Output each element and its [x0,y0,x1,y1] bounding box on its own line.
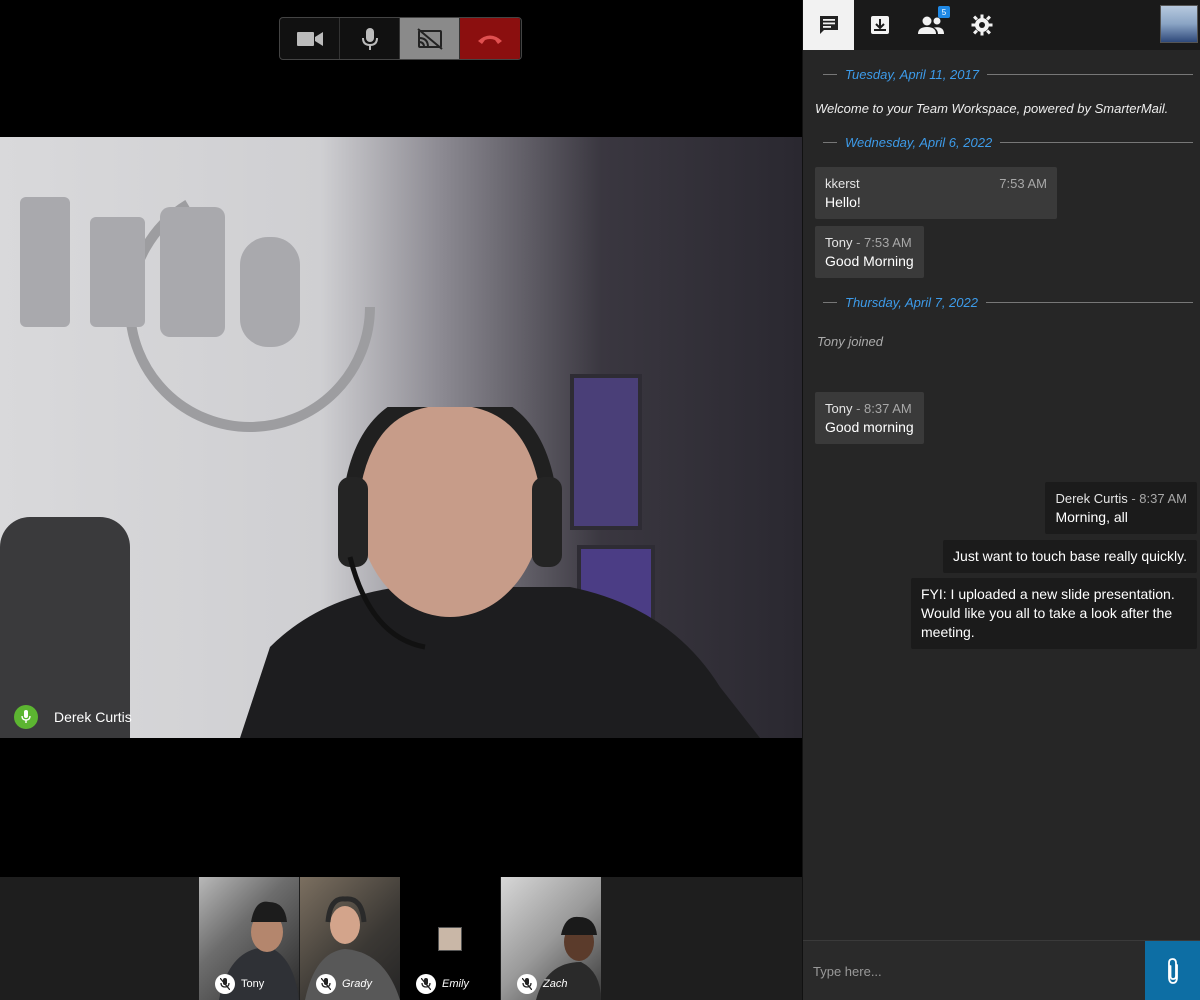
message-text: FYI: I uploaded a new slide presentation… [921,586,1175,640]
welcome-message: Welcome to your Team Workspace, powered … [815,101,1169,116]
message-sender: kkerst [825,176,860,191]
main-video-feed: Derek Curtis [0,137,802,738]
camera-toggle-button[interactable] [280,18,340,59]
message-text: Just want to touch base really quickly. [953,548,1187,564]
message-text: Good morning [825,419,914,435]
message-text: Good Morning [825,253,914,269]
video-area: Derek Curtis Tony Grady Emily Zach [0,0,802,1000]
tab-settings[interactable] [956,0,1007,50]
avatar [438,927,462,951]
message-time: 8:37 AM [864,401,912,416]
participant-label: Tony [215,974,264,994]
chat-panel: 5 Tuesday, April 11, 2017 Welcome to you… [802,0,1200,1000]
date-label: Thursday, April 7, 2022 [845,295,978,310]
call-controls [279,17,522,60]
microphone-toggle-button[interactable] [340,18,400,59]
muted-mic-icon [416,974,436,994]
date-label: Tuesday, April 11, 2017 [845,67,979,82]
tab-chat[interactable] [803,0,854,50]
chat-message-input[interactable] [803,941,1143,1000]
video-camera-icon [296,31,323,46]
gear-icon [971,14,992,36]
chat-message-own: Derek Curtis - 8:37 AM Morning, all [1045,482,1197,534]
chat-message-list: Tuesday, April 11, 2017 Welcome to your … [803,50,1200,940]
participant-name: Tony [241,978,265,990]
participant-name: Grady [342,978,372,990]
participant-tile-tony[interactable]: Tony [199,877,299,1000]
people-icon [917,16,944,34]
participant-label: Grady [316,974,372,994]
participant-tile-zach[interactable]: Zach [501,877,601,1000]
message-time: 7:53 AM [864,235,912,250]
chat-icon [819,16,838,34]
tab-downloads[interactable] [854,0,905,50]
message-text: Morning, all [1055,509,1128,525]
participant-name: Zach [543,978,568,990]
message-separator: - [852,235,865,250]
message-time: 7:53 AM [999,176,1047,191]
chat-toolbar: 5 [803,0,1200,50]
date-separator: Thursday, April 7, 2022 [823,295,1193,310]
video-conference-window: Derek Curtis Tony Grady Emily Zach 5 Tue… [0,0,1200,1000]
message-sender: Tony [825,235,853,250]
paperclip-icon [1168,958,1178,984]
message-sender: Derek Curtis [1055,491,1128,506]
microphone-icon [361,27,378,50]
date-separator: Wednesday, April 6, 2022 [823,135,1193,150]
date-label: Wednesday, April 6, 2022 [845,135,993,150]
message-text: Hello! [825,194,861,210]
user-avatar[interactable] [1160,5,1198,43]
message-separator: - [852,401,865,416]
muted-mic-icon [215,974,235,994]
microphone-icon [21,710,31,723]
chat-message-own: Just want to touch base really quickly. [943,540,1197,573]
participant-label: Zach [517,974,567,994]
muted-mic-icon [316,974,336,994]
message-time: 8:37 AM [1139,491,1187,506]
download-icon [870,16,889,34]
system-message: Tony joined [817,334,884,349]
chat-message-own: FYI: I uploaded a new slide presentation… [911,578,1197,649]
tab-participants[interactable]: 5 [905,0,956,50]
participant-tile-grady[interactable]: Grady [300,877,400,1000]
muted-mic-icon [517,974,537,994]
participant-tile-emily[interactable]: Emily [400,877,500,1000]
speaker-name: Derek Curtis [54,709,132,725]
speaker-tag: Derek Curtis [14,705,132,729]
speaker-person-graphic [240,407,760,738]
chat-message: Tony - 8:37 AM Good morning [815,392,924,444]
participant-name: Emily [442,978,469,990]
attach-file-button[interactable] [1145,941,1200,1000]
chat-message: kkerst 7:53 AM Hello! [815,167,1057,219]
message-sender: Tony [825,401,853,416]
cast-off-icon [416,27,443,50]
participant-strip: Tony Grady Emily Zach [0,877,802,1000]
screenshare-toggle-button[interactable] [400,18,460,59]
speaker-mic-indicator [14,705,38,729]
chat-input-bar [803,940,1200,1000]
participant-label: Emily [416,974,469,994]
hangup-button[interactable] [460,18,520,59]
date-separator: Tuesday, April 11, 2017 [823,67,1193,82]
chat-message: Tony - 7:53 AM Good Morning [815,226,924,278]
participant-count-badge: 5 [938,6,950,18]
phone-hangup-icon [478,35,502,44]
message-separator: - [1127,491,1140,506]
